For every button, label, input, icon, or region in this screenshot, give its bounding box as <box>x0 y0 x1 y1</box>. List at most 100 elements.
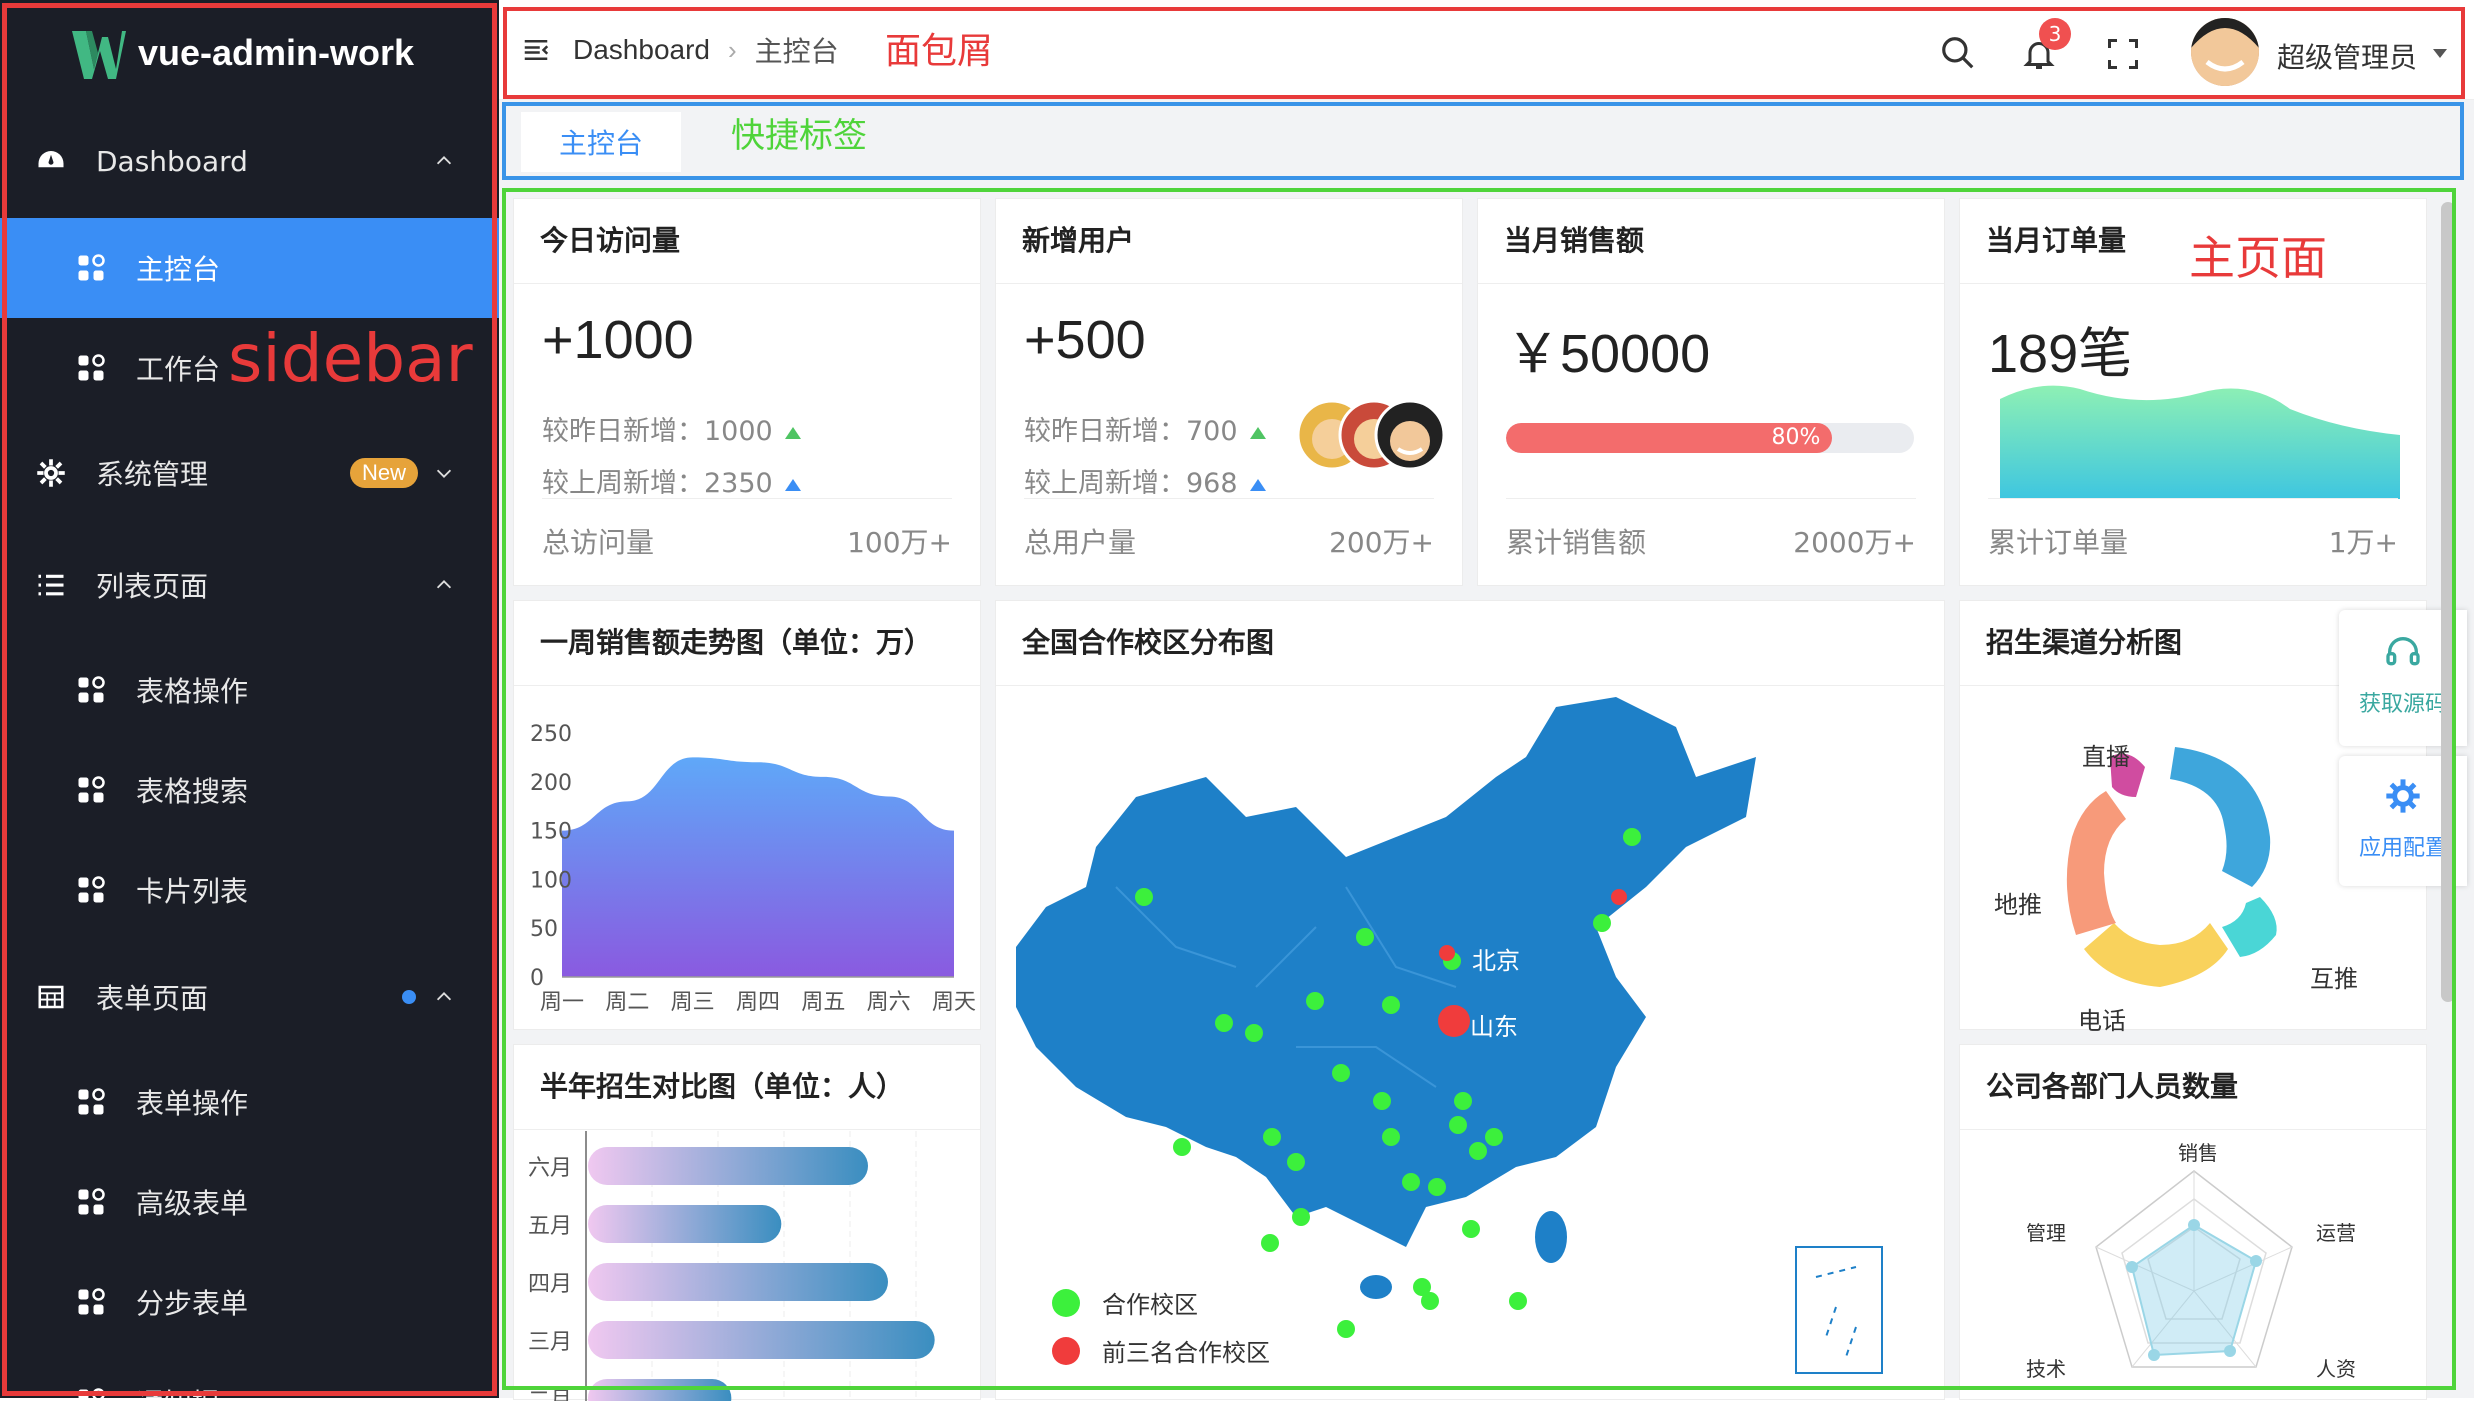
x-tick-label: 周二 <box>605 990 649 1015</box>
week-compare-label: 较上周新增： <box>542 468 704 499</box>
card-title: 当月订单量 <box>1986 224 2127 257</box>
menu-label: 表单操作 <box>136 1087 249 1120</box>
menu-list-pages[interactable]: 列表页面 <box>0 552 499 618</box>
menu-item-advanced-form[interactable]: 高级表单 <box>0 1152 499 1252</box>
stat-card-sales: 当月销售额 ￥50000 80% 累计销售额 2000万+ <box>1477 198 1945 586</box>
legend-label: 前三名合作校区 <box>1102 1339 1270 1367</box>
card-title: 一周销售额走势图（单位：万） <box>540 626 933 659</box>
menu-item-card-list[interactable]: 卡片列表 <box>0 840 499 940</box>
footer-label: 总访问量 <box>542 526 655 559</box>
dashboard-icon <box>38 151 64 168</box>
y-tick-label: 三月 <box>528 1330 572 1355</box>
radar-label: 技术 <box>2026 1357 2066 1381</box>
card-title: 半年招生对比图（单位：人） <box>540 1070 905 1103</box>
stat-value: +1000 <box>542 310 694 370</box>
card-title: 招生渠道分析图 <box>1986 626 2183 659</box>
progress-fill: 80% <box>1506 423 1833 453</box>
day-compare: 较昨日新增：700 <box>1024 409 1266 448</box>
footer-label: 累计订单量 <box>1988 526 2129 559</box>
radar-label: 销售 <box>2172 1135 2224 1168</box>
menu-dashboard[interactable]: Dashboard <box>0 130 499 192</box>
menu-label: 分步表单 <box>136 1287 249 1320</box>
search-icon[interactable] <box>1939 34 1977 72</box>
menu-item-table-ops[interactable]: 表格操作 <box>0 640 499 740</box>
quick-tabs: 主控台 快捷标签 <box>499 100 2474 182</box>
menu-item-step-form[interactable]: 分步表单 <box>0 1252 499 1352</box>
y-tick-label: 六月 <box>528 1156 572 1181</box>
menu-label: 通知提示 <box>136 1382 248 1398</box>
y-tick-label: 二月 <box>528 1388 572 1401</box>
orders-area-chart <box>2000 385 2400 499</box>
x-tick-label: 周天 <box>932 990 976 1015</box>
avatar[interactable] <box>2191 18 2259 86</box>
x-tick-label: 周一 <box>540 990 584 1015</box>
y-tick-label: 200 <box>530 771 572 796</box>
grid-icon <box>78 354 105 381</box>
sidebar-annotation: sidebar <box>228 320 473 397</box>
grid-icon <box>78 776 105 803</box>
chevron-up-icon <box>436 992 452 1001</box>
breadcrumb-item: 主控台 <box>754 36 839 67</box>
caret-down-icon[interactable] <box>2431 46 2449 60</box>
menu-item-table-search[interactable]: 表格搜索 <box>0 740 499 840</box>
up-arrow-icon <box>784 478 801 491</box>
weekly-sales-chart: 0 50 100 150 200 250 周一 周二 周三 周四 周五 周六 周天 <box>530 722 976 1015</box>
breadcrumb-annotation: 面包屑 <box>885 31 994 72</box>
tab-console[interactable]: 主控台 <box>521 112 681 172</box>
fullscreen-icon[interactable] <box>2105 36 2141 72</box>
footer-value: 200万+ <box>1329 526 1434 559</box>
stat-value: ￥50000 <box>1506 324 1711 384</box>
tabs-annotation: 快捷标签 <box>731 116 867 156</box>
menu-label: 表单页面 <box>96 982 209 1015</box>
menu-label: 表格操作 <box>136 675 249 708</box>
week-compare-value: 968 <box>1186 468 1238 499</box>
breadcrumb-item[interactable]: Dashboard <box>573 34 710 66</box>
menu-label: 表格搜索 <box>136 775 249 808</box>
enrollment-card: 半年招生对比图（单位：人） 六月五月四月三月二月 <box>513 1044 981 1401</box>
card-title: 全国合作校区分布图 <box>1022 626 1275 659</box>
menu-fold-icon[interactable] <box>521 35 551 65</box>
gear-icon <box>2386 779 2420 813</box>
user-avatars-image <box>1296 399 1446 471</box>
app-logo[interactable]: vue-admin-work <box>68 22 414 84</box>
menu-item-console[interactable]: 主控台 <box>0 218 499 318</box>
y-tick-label: 150 <box>530 820 572 845</box>
top-header: Dashboard › 主控台 面包屑 3 超级管理员 <box>499 0 2474 100</box>
main-annotation: 主页面 <box>2189 231 2327 285</box>
grid-icon <box>78 1188 105 1215</box>
day-compare-value: 1000 <box>704 416 773 447</box>
menu-system[interactable]: 系统管理 New <box>0 440 499 506</box>
y-tick-label: 50 <box>530 917 558 942</box>
legend-label: 合作校区 <box>1102 1291 1198 1319</box>
y-tick-label: 四月 <box>528 1272 572 1297</box>
week-compare: 较上周新增：968 <box>1024 461 1266 500</box>
week-compare-label: 较上周新增： <box>1024 468 1186 499</box>
user-name[interactable]: 超级管理员 <box>2277 36 2417 76</box>
main-scrollbar[interactable] <box>2441 202 2455 1002</box>
menu-form-pages[interactable]: 表单页面 <box>0 964 499 1030</box>
map-card: 全国合作校区分布图 吉林 北京 山东 合作校区 前三名合作校区 <box>995 600 1945 1400</box>
table-icon <box>38 985 64 1009</box>
card-footer: 累计订单量 1万+ <box>1988 498 2398 561</box>
map-label: 吉林 <box>1632 895 1680 923</box>
day-compare-label: 较昨日新增： <box>1024 416 1186 447</box>
progress-label: 80% <box>1771 425 1821 450</box>
bar <box>588 1321 935 1359</box>
stat-card-visits: 今日访问量 +1000 较昨日新增：1000 较上周新增：2350 总访问量 10… <box>513 198 981 586</box>
stat-value: 189笔 <box>1988 324 2133 384</box>
grid-icon <box>78 876 105 903</box>
grid-icon <box>78 1088 105 1115</box>
breadcrumb: Dashboard › 主控台 <box>521 30 839 70</box>
y-tick-label: 五月 <box>528 1214 572 1239</box>
radar-label: 管理 <box>2026 1221 2066 1245</box>
menu-label: Dashboard <box>96 144 248 178</box>
menu-label: 高级表单 <box>136 1187 249 1220</box>
slice-label: 互推 <box>2310 965 2358 993</box>
sales-area-series <box>562 757 954 977</box>
menu-item-form-ops[interactable]: 表单操作 <box>0 1052 499 1152</box>
menu-item-notify[interactable]: 通知提示 <box>0 1352 499 1398</box>
x-tick-label: 周五 <box>801 990 845 1015</box>
x-tick-label: 周六 <box>867 990 911 1015</box>
main-content: 今日访问量 +1000 较昨日新增：1000 较上周新增：2350 总访问量 10… <box>499 182 2474 1401</box>
card-title: 当月销售额 <box>1504 224 1645 257</box>
